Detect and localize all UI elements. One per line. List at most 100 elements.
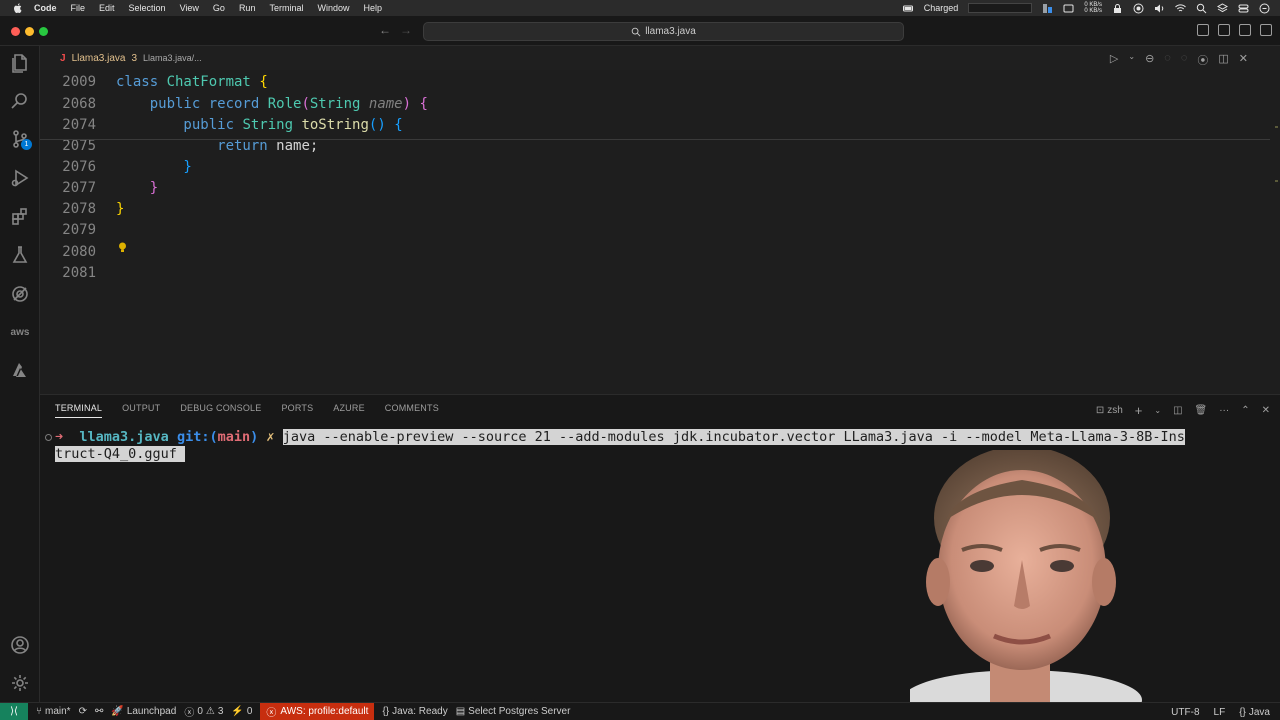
accounts-icon[interactable] [8, 633, 32, 657]
menu-run[interactable]: Run [239, 3, 256, 13]
battery-icon[interactable] [902, 3, 914, 14]
code-token: } [116, 201, 125, 217]
run-and-debug-icon[interactable] [8, 166, 32, 190]
lightbulb-icon[interactable] [118, 242, 127, 253]
zoom-window-button[interactable] [39, 27, 48, 36]
editor-tab-filename[interactable]: Llama3.java [72, 53, 126, 64]
encoding-status[interactable]: UTF-8 [1171, 707, 1199, 718]
command-center-search[interactable]: llama3.java [423, 22, 904, 41]
tab-azure[interactable]: AZURE [333, 403, 365, 418]
volume-icon[interactable] [1154, 3, 1165, 14]
terminal-command-selected[interactable]: java --enable-preview --source 21 --add-… [282, 429, 1185, 445]
kill-terminal-trash-icon[interactable]: 🗑 [1195, 405, 1208, 416]
macos-menu-bar: Code File Edit Selection View Go Run Ter… [0, 0, 1280, 16]
minimize-window-button[interactable] [25, 27, 34, 36]
code-token: String [242, 117, 302, 133]
toggle-panel-icon[interactable] [1218, 24, 1230, 36]
copilot-icon[interactable]: ⦿ [1197, 52, 1208, 68]
menu-app-name[interactable]: Code [34, 3, 57, 13]
search-icon[interactable] [1196, 3, 1207, 14]
language-status[interactable]: {} Java [1239, 707, 1270, 718]
java-status[interactable]: {} Java: Ready [382, 706, 447, 717]
network-speed[interactable]: 0 KB/s 0 KB/s [1084, 2, 1102, 14]
code-token: ChatFormat [166, 74, 251, 90]
menu-file[interactable]: File [71, 3, 86, 13]
extensions-icon[interactable] [8, 205, 32, 229]
explorer-icon[interactable] [8, 51, 32, 75]
code-token: Role [267, 96, 302, 112]
manage-gear-icon[interactable] [8, 671, 32, 695]
more-actions-icon[interactable]: ··· [1219, 405, 1229, 416]
remote-explorer-icon[interactable] [8, 282, 32, 306]
postgres-status[interactable]: ▤ Select Postgres Server [456, 706, 571, 717]
menu-go[interactable]: Go [213, 3, 225, 13]
git-branch-status[interactable]: ⑂ main* [36, 706, 71, 717]
search-icon [631, 27, 641, 36]
go-back-icon[interactable]: ← [378, 23, 392, 37]
tab-output[interactable]: OUTPUT [122, 403, 160, 418]
toggle-primary-sidebar-icon[interactable] [1197, 24, 1209, 36]
lock-icon[interactable] [1112, 3, 1123, 14]
split-terminal-icon[interactable]: ◫ [1173, 405, 1182, 416]
menu-window[interactable]: Window [317, 3, 349, 13]
warning-icon: ⚠ [205, 706, 215, 717]
problems-status[interactable]: ⓧ 0 ⚠ 3 [184, 704, 223, 719]
ports-count: 0 [246, 706, 253, 717]
run-dropdown-chevron-icon[interactable]: ⌄ [1128, 52, 1135, 68]
customize-layout-icon[interactable] [1260, 24, 1272, 36]
maximize-panel-chevron-icon[interactable]: ⌃ [1241, 405, 1249, 416]
wifi-icon[interactable] [1175, 3, 1186, 14]
testing-icon[interactable] [8, 243, 32, 267]
menu-view[interactable]: View [180, 3, 199, 13]
terminal-shell-selector[interactable]: ⊡ zsh [1096, 405, 1123, 416]
tab-debug-console[interactable]: DEBUG CONSOLE [180, 403, 261, 418]
prompt-branch-open: ( [209, 429, 218, 445]
layers-icon[interactable] [1217, 2, 1228, 14]
aws-profile-status[interactable]: ⓧ AWS: profile:default [260, 702, 375, 720]
siri-icon[interactable] [1259, 3, 1270, 14]
screen-record-icon[interactable] [1133, 3, 1144, 14]
launchpad-status[interactable]: 🚀 Launchpad [111, 706, 176, 717]
close-window-button[interactable] [11, 27, 20, 36]
open-changes-icon[interactable]: ⊖ [1145, 52, 1154, 68]
scrollbar-marker [1275, 180, 1278, 182]
control-center-icon[interactable] [1238, 3, 1249, 14]
previous-change-icon[interactable]: ◌ [1164, 52, 1171, 68]
next-change-icon[interactable]: ◌ [1181, 52, 1188, 68]
code-editor[interactable]: 2009 class ChatFormat {2068 public record… [40, 70, 1280, 392]
menu-edit[interactable]: Edit [99, 3, 115, 13]
toggle-secondary-sidebar-icon[interactable] [1239, 24, 1251, 36]
tab-terminal[interactable]: TERMINAL [55, 403, 103, 418]
menu-terminal[interactable]: Terminal [269, 3, 303, 13]
go-forward-icon[interactable]: → [399, 23, 413, 37]
git-graph-icon[interactable]: ⚯ [95, 706, 103, 717]
tab-comments[interactable]: COMMENTS [385, 403, 439, 418]
azure-icon[interactable] [8, 358, 32, 382]
eol-status[interactable]: LF [1214, 707, 1226, 718]
split-editor-icon[interactable]: ◫ [1218, 52, 1228, 68]
new-terminal-plus-icon[interactable]: + [1135, 403, 1143, 418]
memory-icon[interactable] [1042, 3, 1053, 14]
terminal-command-selected-wrap[interactable]: truct-Q4_0.gguf [55, 446, 186, 462]
menu-selection[interactable]: Selection [129, 3, 166, 13]
editor-tab-bar: J Llama3.java 3 Llama3.java/... ▷ ⌄ ⊖ ◌ … [40, 46, 1280, 70]
run-file-icon[interactable]: ▷ [1110, 52, 1118, 68]
aws-toolkit-icon[interactable]: aws [8, 320, 32, 344]
line-code: } [116, 178, 158, 199]
apple-icon[interactable] [12, 2, 24, 14]
disk-icon[interactable] [1063, 3, 1074, 14]
tab-ports[interactable]: PORTS [281, 403, 313, 418]
line-number: 2078 [62, 201, 96, 217]
menu-help[interactable]: Help [363, 3, 382, 13]
close-editor-icon[interactable]: ✕ [1239, 52, 1248, 68]
ports-status[interactable]: ⚡ 0 [231, 706, 252, 717]
command-decoration-icon [45, 434, 52, 441]
search-icon[interactable] [8, 89, 32, 113]
breadcrumb[interactable]: Llama3.java/... [143, 53, 202, 63]
close-panel-icon[interactable]: ✕ [1262, 405, 1270, 416]
remote-indicator-icon[interactable]: ⟩⟨ [0, 702, 28, 720]
battery-status[interactable]: Charged [924, 3, 959, 13]
sync-icon[interactable]: ⟳ [79, 706, 87, 717]
cpu-graph[interactable] [968, 3, 1033, 13]
terminal-dropdown-chevron-icon[interactable]: ⌄ [1154, 406, 1161, 415]
